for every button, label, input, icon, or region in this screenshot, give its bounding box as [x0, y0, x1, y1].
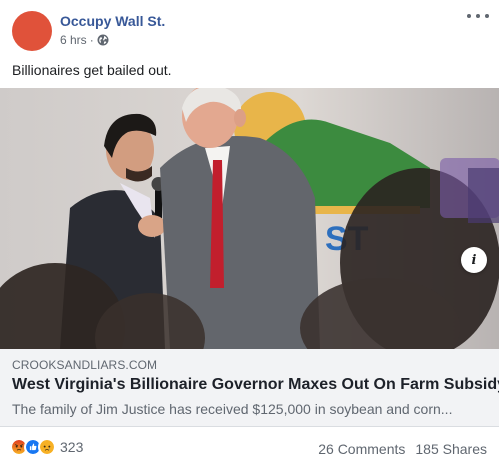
- link-domain: CROOKSANDLIARS.COM: [12, 358, 158, 372]
- dot: [476, 14, 480, 18]
- globe-icon: [97, 34, 109, 46]
- post-meta: 6 hrs ·: [60, 33, 109, 47]
- dot: [485, 14, 489, 18]
- sad-reaction-icon: [38, 438, 56, 456]
- link-preview-meta[interactable]: CROOKSANDLIARS.COM West Virginia's Billi…: [0, 349, 499, 427]
- more-options-icon[interactable]: [467, 8, 489, 24]
- dot: [467, 14, 471, 18]
- post-footer: 323 26 Comments 185 Shares: [0, 428, 499, 466]
- news-photo: ST: [0, 88, 499, 349]
- facebook-post: Occupy Wall St. 6 hrs · Billionaires get…: [0, 0, 499, 466]
- post-text: Billionaires get bailed out.: [12, 62, 172, 78]
- link-description: The family of Jim Justice has received $…: [12, 401, 453, 417]
- page-avatar[interactable]: [12, 11, 52, 51]
- info-icon[interactable]: i: [461, 247, 487, 273]
- page-name-link[interactable]: Occupy Wall St.: [60, 13, 165, 29]
- reactions-summary[interactable]: 323: [10, 438, 83, 456]
- comments-count[interactable]: 26 Comments: [318, 441, 405, 457]
- reaction-count: 323: [60, 439, 84, 455]
- link-preview-image[interactable]: ST: [0, 88, 499, 349]
- post-timestamp[interactable]: 6 hrs: [60, 33, 87, 47]
- meta-separator: ·: [89, 33, 94, 47]
- link-title[interactable]: West Virginia's Billionaire Governor Max…: [12, 376, 499, 394]
- engagement-counts: 26 Comments 185 Shares: [318, 441, 487, 457]
- shares-count[interactable]: 185 Shares: [415, 441, 487, 457]
